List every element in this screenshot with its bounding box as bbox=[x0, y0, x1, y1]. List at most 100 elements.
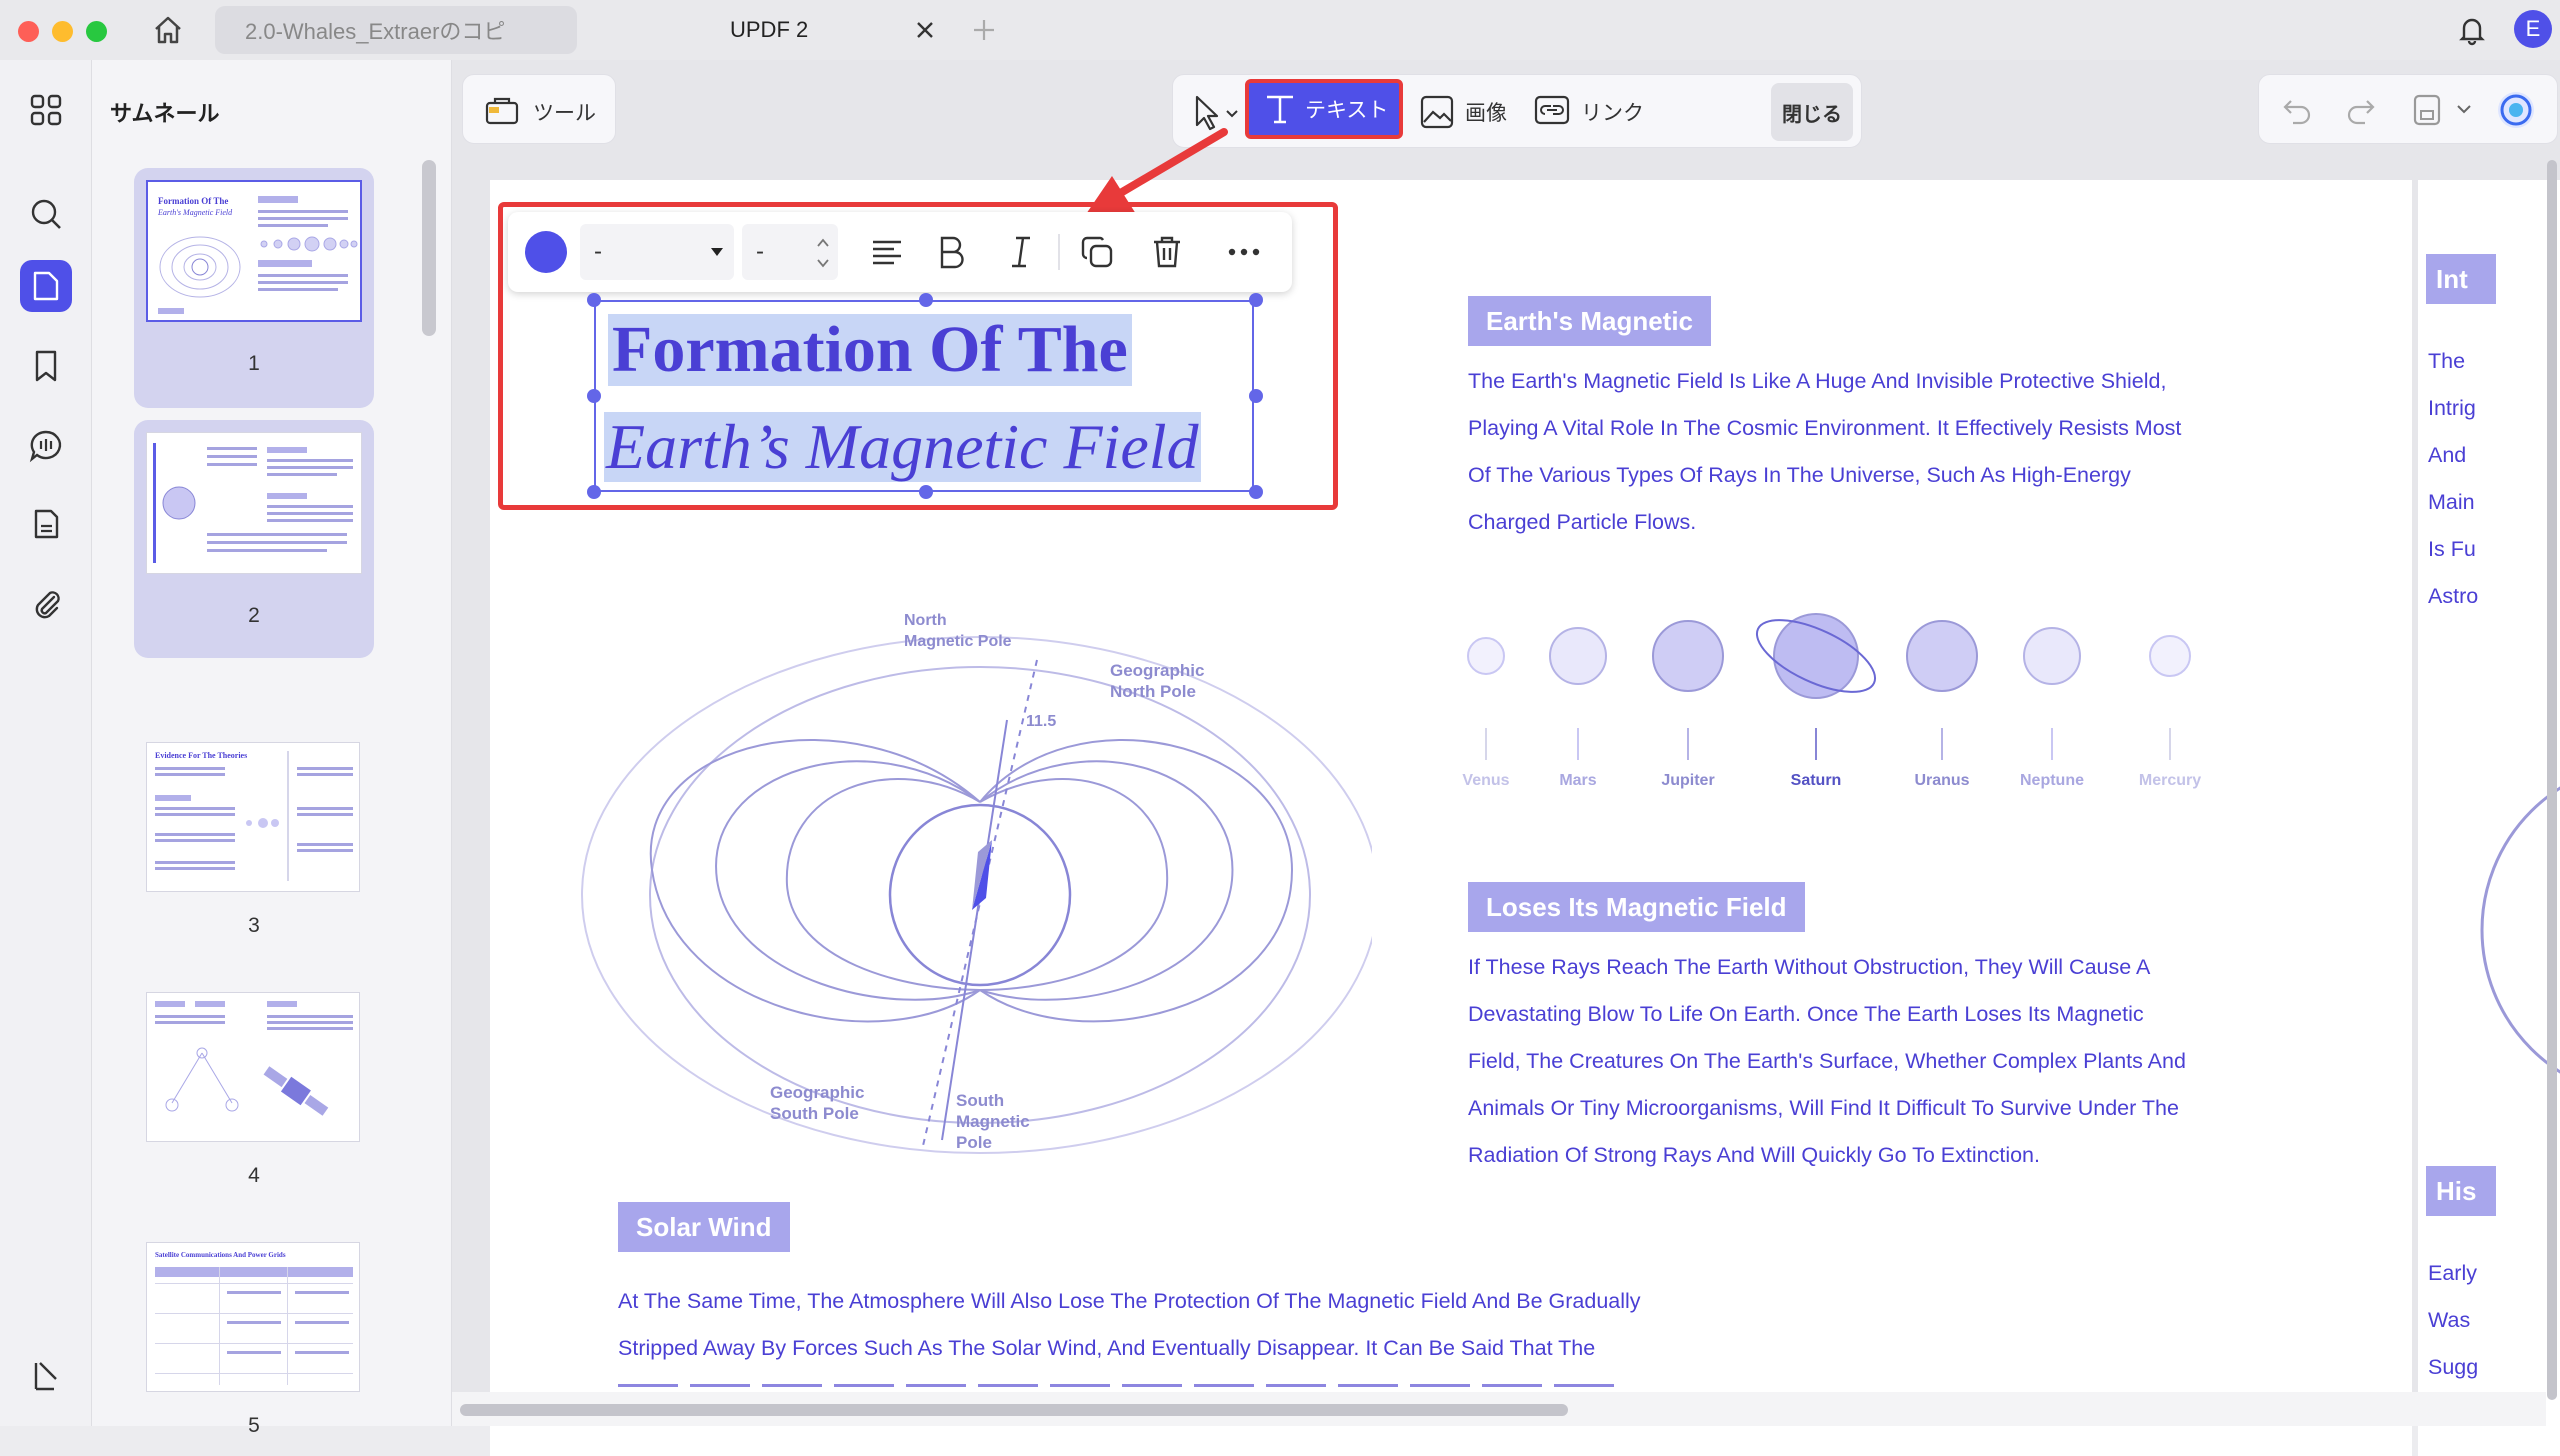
link-tool-label: リンク bbox=[1581, 102, 1644, 125]
vertical-scrollbar[interactable] bbox=[2546, 160, 2558, 1420]
planets-diagram bbox=[1467, 613, 2191, 760]
thumbnail-page-3[interactable]: Evidence For The Theories 3 bbox=[134, 670, 374, 937]
south-magnetic-label: South bbox=[956, 1091, 1004, 1110]
horizontal-scrollbar-track bbox=[452, 1392, 2546, 1426]
tab-document-2[interactable]: UPDF 2 bbox=[600, 6, 950, 54]
close-edit-button[interactable]: 閉じる bbox=[1771, 83, 1853, 141]
zoom-window-button[interactable] bbox=[86, 21, 107, 42]
cut-off-text-line bbox=[618, 1378, 1618, 1392]
resize-handle-tl[interactable] bbox=[587, 293, 601, 307]
more-options-icon[interactable] bbox=[1214, 212, 1274, 292]
resize-handle-b[interactable] bbox=[919, 485, 933, 499]
section-heading-loses-magnetic-field[interactable]: Loses Its Magnetic Field bbox=[1468, 882, 1805, 932]
italic-icon[interactable] bbox=[998, 212, 1044, 292]
attachment-icon[interactable] bbox=[20, 578, 72, 630]
tilt-angle-label: 11.5 bbox=[1026, 713, 1056, 730]
bold-icon[interactable] bbox=[928, 212, 974, 292]
resize-handle-l[interactable] bbox=[587, 389, 601, 403]
planet-label-jupiter: Jupiter bbox=[1661, 772, 1715, 789]
resize-handle-bl[interactable] bbox=[587, 485, 601, 499]
text-tool-label: テキスト bbox=[1305, 99, 1389, 122]
planet-label-mars: Mars bbox=[1559, 772, 1597, 789]
section-heading-earths-magnetic[interactable]: Earth's Magnetic bbox=[1468, 296, 1712, 346]
close-edit-label: 閉じる bbox=[1782, 103, 1842, 126]
resize-handle-br[interactable] bbox=[1249, 485, 1263, 499]
home-icon[interactable] bbox=[150, 12, 186, 48]
planet-label-saturn: Saturn bbox=[1790, 772, 1842, 789]
south-magnetic-label-2: Magnetic bbox=[956, 1112, 1030, 1131]
title-bar: 2.0-Whales_Extraerのコピ UPDF 2 E bbox=[0, 0, 2560, 60]
thumbnail-title: Evidence For The Theories bbox=[155, 751, 248, 760]
thumbnail-preview: Formation Of The Earth's Magnetic Field bbox=[146, 180, 362, 322]
thumbnail-subtitle: Earth's Magnetic Field bbox=[158, 208, 233, 217]
resize-handle-t[interactable] bbox=[919, 293, 933, 307]
thumbnail-page-5[interactable]: Satellite Communications And Power Grids… bbox=[134, 1170, 374, 1437]
section-text-solar-wind[interactable]: At The Same Time, The Atmosphere Will Al… bbox=[618, 1278, 1818, 1372]
resize-handle-tr[interactable] bbox=[1249, 293, 1263, 307]
sidebar-toggle-icon[interactable] bbox=[20, 1350, 72, 1402]
comment-icon[interactable] bbox=[20, 420, 72, 472]
font-family-select[interactable]: - bbox=[580, 224, 734, 280]
horizontal-scrollbar[interactable] bbox=[460, 1404, 1568, 1416]
thumbnail-preview: Evidence For The Theories bbox=[146, 742, 360, 892]
document-title-line1[interactable]: Formation Of The bbox=[608, 314, 1132, 386]
geographic-south-label-2: South Pole bbox=[770, 1104, 859, 1123]
image-tool-button[interactable]: 画像 bbox=[1419, 85, 1519, 139]
thumbnail-page-2[interactable]: 2 bbox=[134, 420, 374, 658]
bookmark-icon[interactable] bbox=[20, 340, 72, 392]
thumbnail-page-number: 5 bbox=[248, 1414, 260, 1437]
delete-icon[interactable] bbox=[1142, 212, 1192, 292]
section-heading-solar-wind[interactable]: Solar Wind bbox=[618, 1202, 790, 1252]
redo-icon[interactable] bbox=[2345, 95, 2377, 130]
apps-grid-icon[interactable] bbox=[20, 84, 72, 136]
next-page-heading: Int bbox=[2426, 254, 2496, 304]
thumbnail-page-number: 1 bbox=[248, 352, 260, 375]
thumbnail-preview bbox=[146, 992, 360, 1142]
next-page-heading-2: His bbox=[2426, 1166, 2496, 1216]
selected-text-box[interactable]: Formation Of The Earth’s Magnetic Field bbox=[594, 300, 1254, 492]
geographic-north-label-2: North Pole bbox=[1110, 682, 1196, 701]
tab-document-1[interactable]: 2.0-Whales_Extraerのコピ bbox=[215, 6, 577, 54]
chevron-down-icon[interactable] bbox=[2455, 101, 2473, 122]
geographic-south-label: Geographic bbox=[770, 1083, 864, 1102]
save-icon[interactable] bbox=[2411, 93, 2443, 132]
font-color-swatch bbox=[525, 231, 567, 273]
section-text-loses-magnetic-field[interactable]: If These Rays Reach The Earth Without Ob… bbox=[1468, 944, 2268, 1179]
font-family-value: - bbox=[594, 238, 602, 265]
next-page-text-2: Early Was Sugg bbox=[2428, 1261, 2479, 1379]
minimize-window-button[interactable] bbox=[52, 21, 73, 42]
bell-icon[interactable] bbox=[2454, 12, 2490, 48]
undo-icon[interactable] bbox=[2281, 95, 2313, 130]
thumbnail-scrollbar[interactable] bbox=[422, 160, 436, 336]
planet-label-uranus: Uranus bbox=[1914, 772, 1970, 789]
tab-label: UPDF 2 bbox=[730, 17, 809, 42]
document-title-line2[interactable]: Earth’s Magnetic Field bbox=[604, 412, 1201, 482]
font-size-stepper[interactable]: - bbox=[742, 224, 838, 280]
thumbnail-preview bbox=[146, 432, 362, 574]
font-color-button[interactable] bbox=[516, 212, 576, 292]
new-tab-icon[interactable] bbox=[970, 16, 998, 44]
text-tool-button[interactable]: テキスト bbox=[1245, 79, 1403, 139]
resize-handle-r[interactable] bbox=[1249, 389, 1263, 403]
tab-label: 2.0-Whales_Extraerのコピ bbox=[245, 19, 506, 44]
geographic-north-label: Geographic bbox=[1110, 661, 1204, 680]
align-icon[interactable] bbox=[862, 212, 912, 292]
link-tool-button[interactable]: リンク bbox=[1533, 85, 1659, 139]
duplicate-icon[interactable] bbox=[1072, 212, 1122, 292]
close-tab-icon[interactable] bbox=[913, 18, 937, 42]
section-text-earths-magnetic[interactable]: The Earth's Magnetic Field Is Like A Hug… bbox=[1468, 358, 2268, 546]
tools-button[interactable]: ツール bbox=[462, 74, 616, 144]
avatar[interactable]: E bbox=[2514, 10, 2552, 48]
thumbnail-page-4[interactable]: 4 bbox=[134, 920, 374, 1187]
north-magnetic-pole-label-2: Magnetic Pole bbox=[904, 633, 1012, 650]
thumbnail-page-1[interactable]: Formation Of The Earth's Magnetic Field … bbox=[134, 168, 374, 408]
document-icon[interactable] bbox=[20, 498, 72, 550]
panel-title: サムネール bbox=[110, 101, 220, 126]
right-toolbar bbox=[2258, 74, 2558, 144]
ai-assistant-icon[interactable] bbox=[2495, 89, 2537, 136]
close-window-button[interactable] bbox=[18, 21, 39, 42]
thumbnail-panel-icon[interactable] bbox=[20, 260, 72, 312]
thumbnail-panel: サムネール Formation Of The Earth's Magnetic … bbox=[92, 60, 452, 1437]
search-icon[interactable] bbox=[20, 188, 72, 240]
avatar-letter: E bbox=[2525, 16, 2541, 41]
